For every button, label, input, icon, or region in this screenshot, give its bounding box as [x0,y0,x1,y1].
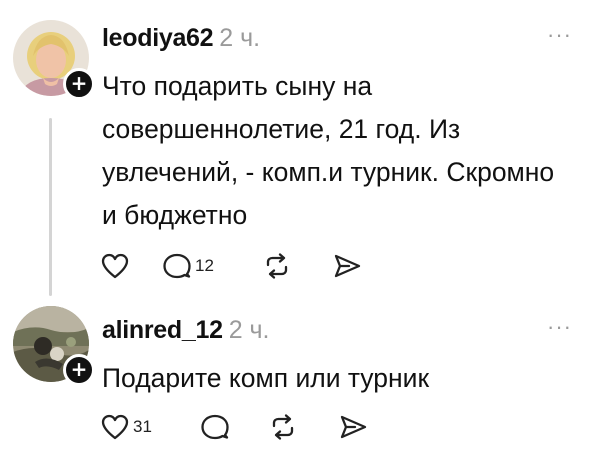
reply-button[interactable]: 12 [162,251,262,281]
share-button[interactable] [338,412,368,442]
comment-icon [201,414,229,440]
share-button[interactable] [332,251,362,281]
like-button[interactable] [100,251,162,281]
post-header: leodiya62 2 ч. [102,24,260,53]
post-text: Что подарить сыну на совершеннолетие, 21… [102,71,555,230]
repost-button[interactable] [268,412,338,442]
post: + alinred_12 2 ч. ··· Подарите комп или … [0,300,600,465]
post: + leodiya62 2 ч. ··· Что подарить сыну н… [0,0,600,300]
send-icon [340,415,367,439]
follow-plus-icon[interactable]: + [63,68,95,100]
username[interactable]: leodiya62 [102,24,214,53]
follow-plus-icon[interactable]: + [63,354,95,386]
timestamp: 2 ч. [219,24,261,52]
avatar[interactable]: + [13,306,95,386]
post-text: Подарите комп или турник [102,363,430,393]
like-count: 31 [133,417,152,436]
heart-icon [101,414,129,440]
thread-line [49,118,52,296]
username[interactable]: alinred_12 [102,316,223,345]
more-icon[interactable]: ··· [547,22,572,48]
avatar[interactable]: + [13,20,95,100]
send-icon [334,254,361,278]
like-button[interactable]: 31 [100,412,200,442]
comment-icon [163,253,191,279]
reply-button[interactable] [200,412,268,442]
action-bar: 12 [100,251,362,281]
repost-button[interactable] [262,251,332,281]
timestamp: 2 ч. [228,316,270,344]
post-header: alinred_12 2 ч. [102,316,270,345]
action-bar: 31 [100,412,368,442]
repost-icon [272,414,294,440]
more-icon[interactable]: ··· [547,314,572,340]
heart-icon [101,253,129,279]
reply-count: 12 [195,256,214,275]
repost-icon [266,253,288,279]
